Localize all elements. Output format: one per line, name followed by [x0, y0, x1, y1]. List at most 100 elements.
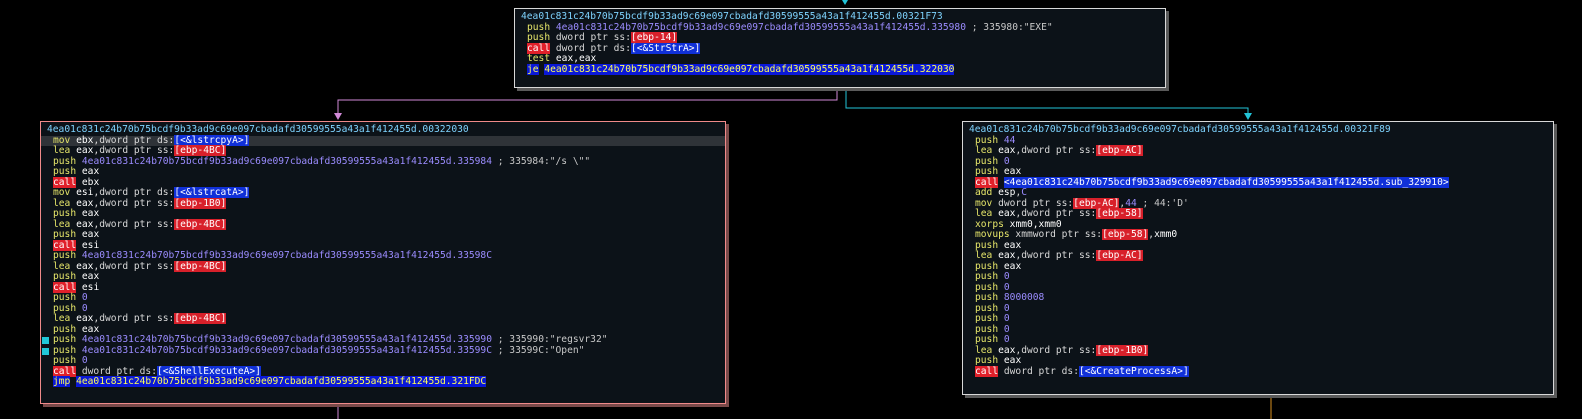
jump-mnemonic[interactable]: 4ea01c831c24b70b75bcdf9b33ad9c69e097cbad…: [544, 63, 955, 75]
jump-mnemonic[interactable]: jmp: [53, 376, 71, 387]
block-00322030[interactable]: 4ea01c831c24b70b75bcdf9b33ad9c69e097cbad…: [40, 121, 726, 404]
operand-text: ,dword ptr ss:: [93, 145, 175, 156]
instruction-line[interactable]: push eax: [963, 166, 1553, 178]
block-title[interactable]: 4ea01c831c24b70b75bcdf9b33ad9c69e097cbad…: [963, 124, 1553, 136]
instruction-line[interactable]: je 4ea01c831c24b70b75bcdf9b33ad9c69e097c…: [515, 63, 1165, 76]
instruction-line[interactable]: push eax: [41, 229, 725, 241]
instruction-line[interactable]: push 4ea01c831c24b70b75bcdf9b33ad9c69e09…: [41, 156, 725, 168]
stack-reference[interactable]: [ebp-14]: [630, 32, 678, 43]
api-reference[interactable]: [<&CreateProcessA>]: [1078, 365, 1189, 377]
instruction-line[interactable]: lea eax,dword ptr ss:[ebp-4BC]: [41, 260, 725, 273]
mnemonic: push: [53, 344, 77, 356]
stack-reference[interactable]: [ebp-4BC]: [174, 145, 227, 156]
instruction-line[interactable]: lea eax,dword ptr ss:[ebp-AC]: [963, 250, 1553, 262]
call-mnemonic: call: [53, 281, 77, 293]
stack-reference[interactable]: [ebp-58]: [1096, 208, 1143, 219]
arrow-incoming-icon: [842, 0, 848, 5]
instruction-line[interactable]: push 0: [963, 302, 1553, 315]
immediate-value: 0: [1003, 323, 1010, 335]
operand-text: dword ptr ds:: [76, 365, 157, 377]
mnemonic: lea: [53, 218, 71, 230]
api-reference[interactable]: [<&StrStrA>]: [630, 42, 701, 54]
stack-reference[interactable]: [ebp-AC]: [1096, 145, 1143, 156]
api-reference[interactable]: <4ea01c831c24b70b75bcdf9b33ad9c69e097cba…: [1003, 176, 1449, 188]
mnemonic: push: [975, 313, 999, 324]
block-00321F89[interactable]: 4ea01c831c24b70b75bcdf9b33ad9c69e097cbad…: [962, 121, 1554, 395]
graph-view[interactable]: 4ea01c831c24b70b75bcdf9b33ad9c69e097cbad…: [0, 0, 1582, 419]
address-operand[interactable]: 4ea01c831c24b70b75bcdf9b33ad9c69e097cbad…: [82, 250, 492, 261]
register: esi: [81, 281, 100, 293]
instruction-line[interactable]: call esi: [41, 281, 725, 294]
address-operand[interactable]: 4ea01c831c24b70b75bcdf9b33ad9c69e097cbad…: [82, 345, 492, 356]
stack-reference[interactable]: [ebp-4BC]: [174, 313, 227, 324]
register: eax,eax: [555, 53, 597, 64]
instruction-line[interactable]: lea eax,dword ptr ss:[ebp-1B0]: [963, 344, 1553, 357]
mnemonic: push: [527, 32, 551, 43]
jump-mnemonic[interactable]: 4ea01c831c24b70b75bcdf9b33ad9c69e097cbad…: [76, 376, 487, 387]
call-mnemonic: call: [975, 365, 999, 377]
instruction-line[interactable]: push 8000008: [963, 292, 1553, 304]
stack-reference[interactable]: [ebp-AC]: [1073, 197, 1120, 209]
api-reference[interactable]: [<&ShellExecuteA>]: [156, 365, 261, 377]
stack-reference[interactable]: [ebp-4BC]: [174, 260, 227, 272]
instruction-line[interactable]: call <4ea01c831c24b70b75bcdf9b33ad9c69e0…: [963, 176, 1553, 189]
instruction-line[interactable]: push eax: [41, 271, 725, 283]
address-operand[interactable]: 4ea01c831c24b70b75bcdf9b33ad9c69e097cbad…: [82, 334, 492, 345]
arrow-false-icon: [334, 113, 342, 120]
mnemonic: mov: [975, 197, 993, 209]
operand-text: ,dword ptr ss:: [1015, 208, 1097, 219]
instruction-line[interactable]: jmp 4ea01c831c24b70b75bcdf9b33ad9c69e097…: [41, 376, 725, 388]
immediate-value: 0: [81, 292, 88, 303]
instruction-line[interactable]: push 0: [963, 313, 1553, 325]
immediate-value: 0: [1003, 271, 1010, 282]
api-reference[interactable]: [<&lstrcpyA>]: [174, 134, 250, 146]
immediate-value: 0: [81, 302, 88, 314]
instruction-line[interactable]: push eax: [963, 260, 1553, 273]
operand-text: dword ptr ss:: [992, 197, 1074, 209]
address-operand[interactable]: 4ea01c831c24b70b75bcdf9b33ad9c69e097cbad…: [82, 156, 492, 167]
stack-reference[interactable]: [ebp-58]: [1102, 229, 1149, 240]
instruction-line[interactable]: push 0: [963, 156, 1553, 168]
instruction-line[interactable]: push 0: [963, 282, 1553, 294]
address-operand[interactable]: 4ea01c831c24b70b75bcdf9b33ad9c69e097cbad…: [556, 22, 966, 33]
instruction-line[interactable]: push 0: [963, 271, 1553, 283]
stack-reference[interactable]: [ebp-1B0]: [174, 197, 227, 209]
instruction-line[interactable]: call dword ptr ds:[<&StrStrA>]: [515, 42, 1165, 55]
immediate-value: 0: [1003, 302, 1010, 314]
immediate-value: 8000008: [1003, 292, 1045, 303]
instruction-line[interactable]: lea eax,dword ptr ss:[ebp-1B0]: [41, 197, 725, 210]
immediate-value: 44: [1125, 197, 1137, 209]
instruction-line[interactable]: push 0: [41, 292, 725, 304]
api-reference[interactable]: [<&lstrcatA>]: [174, 187, 250, 198]
instruction-line[interactable]: lea eax,dword ptr ss:[ebp-4BC]: [41, 218, 725, 231]
register: eax: [81, 271, 100, 282]
mnemonic: push: [53, 355, 77, 366]
stack-reference[interactable]: [ebp-4BC]: [174, 218, 227, 230]
operand-text: ,dword ptr ss:: [1015, 250, 1097, 261]
register: eax: [998, 145, 1016, 156]
register: eax: [998, 344, 1016, 356]
comment: ; 44:'D': [1136, 197, 1189, 209]
block-00321F73[interactable]: 4ea01c831c24b70b75bcdf9b33ad9c69e097cbad…: [514, 8, 1166, 88]
instruction-line[interactable]: lea eax,dword ptr ss:[ebp-AC]: [963, 145, 1553, 157]
register: eax: [81, 208, 100, 219]
stack-reference[interactable]: [ebp-AC]: [1096, 250, 1143, 261]
mnemonic: lea: [53, 313, 71, 324]
instruction-line[interactable]: movups xmmword ptr ss:[ebp-58],xmm0: [963, 229, 1553, 241]
mnemonic: lea: [975, 250, 993, 261]
register: eax: [76, 197, 94, 209]
instruction-line[interactable]: push 4ea01c831c24b70b75bcdf9b33ad9c69e09…: [41, 344, 725, 357]
instruction-line[interactable]: lea eax,dword ptr ss:[ebp-4BC]: [41, 313, 725, 325]
mnemonic: lea: [975, 145, 993, 156]
operand-text: dword ptr ss:: [550, 32, 631, 43]
instruction-line[interactable]: test eax,eax: [515, 53, 1165, 65]
mnemonic: push: [975, 239, 999, 251]
register: esi: [81, 239, 100, 251]
instruction-line[interactable]: push 0: [963, 323, 1553, 336]
mnemonic: push: [53, 166, 77, 177]
instruction-line[interactable]: push eax: [41, 166, 725, 178]
jump-mnemonic[interactable]: je: [527, 63, 539, 75]
instruction-line[interactable]: call dword ptr ds:[<&CreateProcessA>]: [963, 365, 1553, 378]
stack-reference[interactable]: [ebp-1B0]: [1096, 344, 1149, 356]
mnemonic: push: [975, 260, 999, 272]
